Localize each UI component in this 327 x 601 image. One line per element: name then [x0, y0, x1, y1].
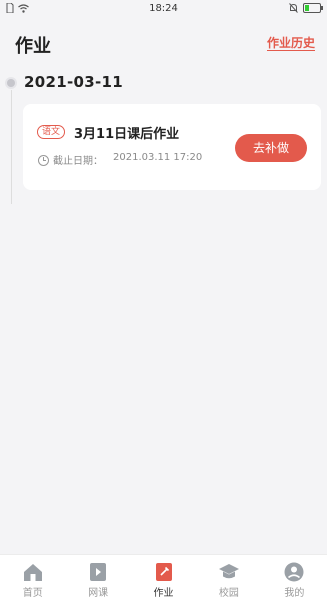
video-lesson-icon — [90, 563, 107, 581]
status-right — [289, 3, 323, 13]
clock-icon — [38, 155, 49, 166]
nav-item-campus[interactable]: 校园 — [196, 555, 261, 601]
page-title: 作业 — [15, 36, 51, 57]
nav-label: 我的 — [284, 588, 305, 599]
nav-label: 作业 — [153, 588, 174, 599]
nav-label: 网课 — [88, 588, 109, 599]
nav-item-home[interactable]: 首页 — [0, 555, 65, 601]
mute-bell-icon — [289, 3, 298, 13]
timeline-dot — [7, 79, 15, 87]
deadline-value: 2021.03.11 17:20 — [113, 152, 203, 163]
status-bar: 18:24 — [0, 0, 327, 18]
graduation-cap-icon — [218, 564, 239, 579]
bottom-nav: 首页 网课 作业 校园 我的 — [0, 554, 327, 601]
page-header: 作业 作业历史 — [0, 26, 327, 62]
homework-card[interactable]: 语文 3月11日课后作业 截止日期： 2021.03.11 17:20 去补做 — [23, 104, 321, 190]
redo-homework-button[interactable]: 去补做 — [235, 134, 307, 162]
profile-icon — [284, 562, 304, 582]
battery-icon — [303, 3, 323, 13]
home-icon — [23, 564, 42, 581]
timeline-date: 2021-03-11 — [24, 73, 123, 91]
homework-icon — [155, 563, 172, 581]
subject-badge: 语文 — [37, 125, 66, 139]
nav-label: 校园 — [218, 588, 239, 599]
status-time: 18:24 — [149, 3, 178, 14]
homework-history-link[interactable]: 作业历史 — [266, 36, 315, 51]
nav-item-online-class[interactable]: 网课 — [65, 555, 130, 601]
deadline-label: 截止日期： — [53, 156, 103, 167]
nav-item-homework[interactable]: 作业 — [131, 555, 196, 601]
nav-item-mine[interactable]: 我的 — [262, 555, 327, 601]
nav-label: 首页 — [22, 588, 43, 599]
homework-title: 3月11日课后作业 — [74, 127, 180, 142]
timeline-line — [11, 90, 12, 204]
